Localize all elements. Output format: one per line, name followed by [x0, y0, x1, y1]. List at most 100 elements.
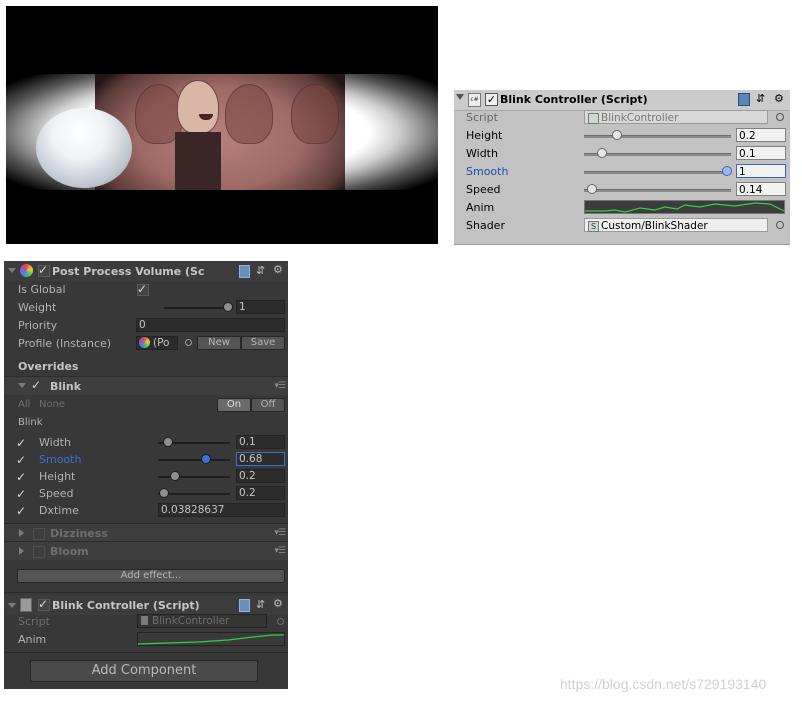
- preset-icon[interactable]: ⇵: [256, 264, 265, 277]
- profile-row: Profile (Instance) (Po New Save: [4, 335, 288, 352]
- none-link[interactable]: None: [39, 399, 65, 410]
- bloom-enabled-checkbox[interactable]: [33, 546, 45, 558]
- blink-smooth-slider[interactable]: [158, 459, 230, 461]
- gear-icon[interactable]: ⚙: [774, 92, 784, 105]
- row-script: Script BlinkController: [454, 109, 790, 127]
- dark-anim-row: Anim: [4, 631, 288, 648]
- help-book-icon[interactable]: [239, 265, 250, 278]
- enabled-checkbox[interactable]: ✓: [485, 93, 498, 106]
- blink-enabled-check-icon[interactable]: ✓: [31, 379, 43, 391]
- component-title: Blink Controller (Script): [500, 93, 648, 106]
- script-icon: c#: [468, 93, 481, 107]
- blink-width-slider-thumb[interactable]: [163, 437, 173, 447]
- width-field[interactable]: 0.1: [736, 146, 786, 160]
- height-field[interactable]: 0.2: [736, 128, 786, 142]
- weight-field[interactable]: 1: [236, 300, 285, 314]
- speed-slider-thumb[interactable]: [587, 184, 597, 194]
- blink-toggle-row: All None On Off: [4, 397, 288, 414]
- smooth-field[interactable]: 1: [736, 164, 786, 178]
- height-slider[interactable]: [584, 135, 731, 138]
- foldout-arrow-icon[interactable]: [19, 547, 24, 555]
- object-picker-icon[interactable]: [776, 221, 784, 229]
- blink-height-field[interactable]: 0.2: [236, 469, 285, 483]
- blink-controller-header-dark[interactable]: ✓ Blink Controller (Script) ⇵ ⚙: [4, 595, 288, 615]
- effect-menu-icon[interactable]: ▾☰: [274, 546, 286, 556]
- dizziness-effect-title: Dizziness: [50, 527, 108, 540]
- gear-icon[interactable]: ⚙: [273, 263, 283, 276]
- blink-effect-header[interactable]: ✓ Blink ▾☰: [4, 376, 288, 395]
- override-check-icon[interactable]: ✓: [16, 488, 28, 500]
- effect-menu-icon[interactable]: ▾☰: [274, 528, 286, 538]
- blink-height-slider-thumb[interactable]: [170, 471, 180, 481]
- foldout-arrow-icon[interactable]: [19, 529, 24, 537]
- weight-slider-thumb[interactable]: [223, 302, 233, 312]
- speed-field[interactable]: 0.14: [736, 182, 786, 196]
- blink-speed-row: ✓ Speed 0.2: [4, 485, 288, 502]
- bloom-effect-header[interactable]: Bloom ▾☰: [4, 541, 288, 560]
- effect-menu-icon[interactable]: ▾☰: [274, 381, 286, 391]
- post-process-header[interactable]: ✓ Post Process Volume (Sc ⇵ ⚙: [4, 261, 288, 281]
- foldout-arrow-icon[interactable]: [8, 268, 16, 273]
- foldout-arrow-icon[interactable]: [456, 94, 464, 100]
- anim-curve: [137, 634, 284, 645]
- preset-icon[interactable]: ⇵: [256, 598, 265, 611]
- component-header[interactable]: c# ✓ Blink Controller (Script) ⇵ ⚙: [454, 90, 790, 111]
- anim-curve-field[interactable]: [584, 200, 785, 214]
- override-check-icon[interactable]: ✓: [16, 471, 28, 483]
- object-picker-icon[interactable]: [185, 339, 192, 346]
- object-picker-icon[interactable]: [776, 113, 784, 121]
- blink-width-field[interactable]: 0.1: [236, 435, 285, 449]
- priority-field[interactable]: 0: [136, 318, 285, 332]
- blink-sub-label: Blink: [18, 417, 43, 428]
- profile-field[interactable]: (Po: [136, 336, 178, 350]
- width-label: Width: [466, 147, 498, 160]
- height-slider-thumb[interactable]: [612, 130, 622, 140]
- save-profile-button[interactable]: Save: [241, 336, 285, 350]
- add-component-button[interactable]: Add Component: [30, 660, 258, 682]
- gear-icon[interactable]: ⚙: [273, 597, 283, 610]
- blink-height-slider[interactable]: [158, 476, 230, 478]
- script-field[interactable]: BlinkController: [584, 110, 768, 124]
- add-effect-button[interactable]: Add effect...: [17, 569, 285, 583]
- smooth-slider-thumb[interactable]: [722, 166, 732, 176]
- override-check-icon[interactable]: ✓: [16, 437, 28, 449]
- is-global-label: Is Global: [18, 283, 66, 296]
- override-check-icon[interactable]: ✓: [16, 505, 28, 517]
- blink-width-row: ✓ Width 0.1: [4, 434, 288, 451]
- dizziness-effect-header[interactable]: Dizziness ▾☰: [4, 523, 288, 542]
- script-field[interactable]: BlinkController: [137, 614, 267, 628]
- help-book-icon[interactable]: [738, 93, 750, 106]
- profile-value: (Po: [153, 337, 170, 349]
- override-check-icon[interactable]: ✓: [16, 454, 28, 466]
- overrides-row: Overrides: [4, 358, 288, 375]
- blink-dxtime-label: Dxtime: [39, 504, 79, 517]
- help-book-icon[interactable]: [239, 599, 250, 612]
- row-speed: Speed 0.14: [454, 181, 790, 199]
- row-shader: Shader S Custom/BlinkShader: [454, 217, 790, 235]
- blink-height-row: ✓ Height 0.2: [4, 468, 288, 485]
- blink-speed-field[interactable]: 0.2: [236, 486, 285, 500]
- new-profile-button[interactable]: New: [197, 336, 241, 350]
- foldout-arrow-icon[interactable]: [18, 383, 26, 388]
- dark-script-row: Script BlinkController: [4, 613, 288, 630]
- smooth-slider[interactable]: [584, 171, 731, 174]
- script-icon: [20, 598, 32, 612]
- speed-slider[interactable]: [584, 189, 731, 192]
- blink-smooth-slider-thumb[interactable]: [201, 454, 211, 464]
- width-slider-thumb[interactable]: [597, 148, 607, 158]
- preset-icon[interactable]: ⇵: [756, 92, 765, 105]
- anim-curve-field[interactable]: [137, 632, 285, 646]
- blink-controller-inspector-light: c# ✓ Blink Controller (Script) ⇵ ⚙ Scrip…: [454, 90, 790, 245]
- foldout-arrow-icon[interactable]: [8, 603, 16, 608]
- shader-field[interactable]: S Custom/BlinkShader: [584, 218, 768, 232]
- dizziness-enabled-checkbox[interactable]: [33, 528, 45, 540]
- on-toggle[interactable]: On: [217, 398, 251, 412]
- all-link[interactable]: All: [18, 399, 30, 410]
- check-icon: ✓: [137, 282, 148, 296]
- off-toggle[interactable]: Off: [251, 398, 285, 412]
- weight-slider[interactable]: [164, 307, 230, 309]
- blink-smooth-field[interactable]: 0.68: [236, 452, 285, 466]
- object-picker-icon[interactable]: [277, 618, 284, 625]
- blink-dxtime-field[interactable]: 0.03828637: [158, 503, 285, 517]
- blink-speed-slider-thumb[interactable]: [159, 488, 169, 498]
